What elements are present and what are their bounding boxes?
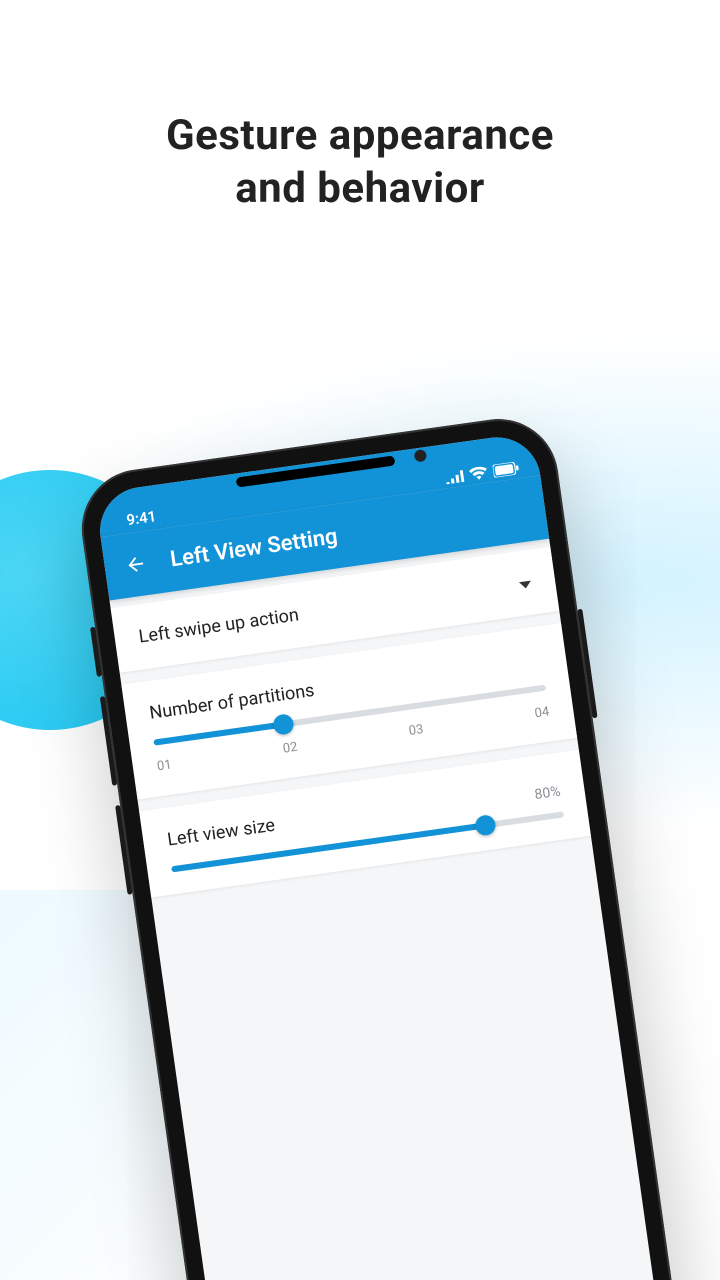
partitions-slider-fill — [153, 722, 283, 746]
partition-mark: 04 — [534, 704, 551, 721]
swipe-up-label: Left swipe up action — [137, 604, 300, 647]
headline-line-2: and behavior — [235, 164, 485, 213]
partitions-slider-thumb[interactable] — [272, 713, 295, 736]
partition-mark: 01 — [156, 757, 173, 774]
partition-mark: 03 — [408, 722, 425, 739]
view-size-slider-thumb[interactable] — [474, 814, 497, 837]
page-title: Left View Setting — [169, 524, 339, 572]
battery-icon — [492, 461, 520, 477]
marketing-headline: Gesture appearance and behavior — [0, 110, 720, 215]
headline-line-1: Gesture appearance — [166, 111, 554, 160]
phone-side-button — [115, 805, 132, 895]
chevron-down-icon — [519, 581, 532, 590]
settings-content: Left swipe up action Number of partition… — [111, 547, 591, 898]
view-size-value: 80% — [534, 784, 562, 803]
wifi-icon — [469, 466, 489, 481]
back-icon[interactable] — [123, 552, 148, 577]
signal-icon — [445, 470, 464, 484]
status-time: 9:41 — [125, 507, 157, 529]
partition-mark: 02 — [282, 740, 299, 757]
